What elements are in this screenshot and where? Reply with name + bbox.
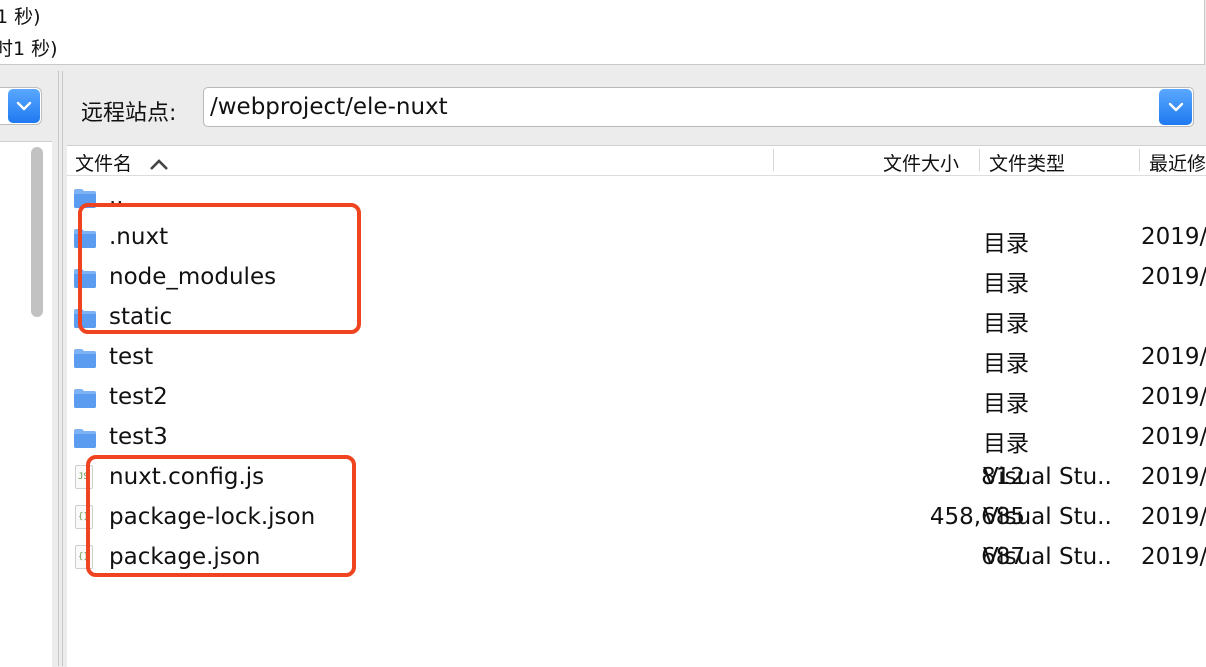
file-type: 目录 [983,391,1029,417]
column-divider[interactable] [1139,149,1140,171]
file-type: Visual Stu.. [983,544,1112,570]
file-date: 2019/ [1141,384,1206,410]
log-line: 1 秒) [0,6,41,28]
highlight-box [86,455,356,577]
sort-ascending-icon [150,158,168,170]
table-row[interactable]: test 目录 2019/ [67,336,1206,377]
file-date: 2019/ [1141,464,1206,490]
file-name: test2 [109,384,168,410]
file-type: Visual Stu.. [983,504,1112,530]
file-type: 目录 [983,271,1029,297]
local-file-list[interactable] [0,141,52,667]
file-type: 目录 [983,311,1029,337]
table-row[interactable]: test2 目录 2019/ [67,376,1206,417]
file-date: 2019/ [1141,544,1206,570]
table-header: 文件名 文件大小 文件类型 最近修 [67,146,1206,176]
file-date: 2019/ [1141,264,1206,290]
chevron-down-icon[interactable] [1159,89,1192,125]
table-row[interactable]: test3 目录 2019/ [67,416,1206,457]
file-date: 2019/ [1141,224,1206,250]
chevron-down-icon[interactable] [8,89,40,123]
remote-path-combobox[interactable] [203,87,1194,127]
column-divider[interactable] [979,149,980,171]
log-line: 时1 秒) [0,38,58,60]
file-date: 2019/ [1141,344,1206,370]
file-name: test3 [109,424,168,450]
folder-icon [73,347,97,369]
column-header-type[interactable]: 文件类型 [989,149,1065,176]
file-type: 目录 [983,351,1029,377]
file-type: 目录 [983,231,1029,257]
remote-path-input[interactable] [210,94,1110,120]
file-date: 2019/ [1141,504,1206,530]
file-type: 目录 [983,431,1029,457]
file-type: Visual Stu.. [983,464,1112,490]
file-name: test [109,344,154,370]
message-log: 1 秒) 时1 秒) [0,0,1205,65]
local-site-dropdown[interactable] [0,87,42,125]
column-header-size[interactable]: 文件大小 [883,149,959,176]
highlight-box [78,203,361,334]
file-date: 2019/ [1141,424,1206,450]
local-scrollbar[interactable] [31,147,43,317]
remote-site-label: 远程站点: [81,101,177,126]
column-header-date[interactable]: 最近修 [1149,149,1206,176]
folder-icon [73,427,97,449]
column-divider[interactable] [773,149,774,171]
folder-icon [73,387,97,409]
local-site-panel [0,71,59,667]
column-header-name[interactable]: 文件名 [75,149,170,176]
